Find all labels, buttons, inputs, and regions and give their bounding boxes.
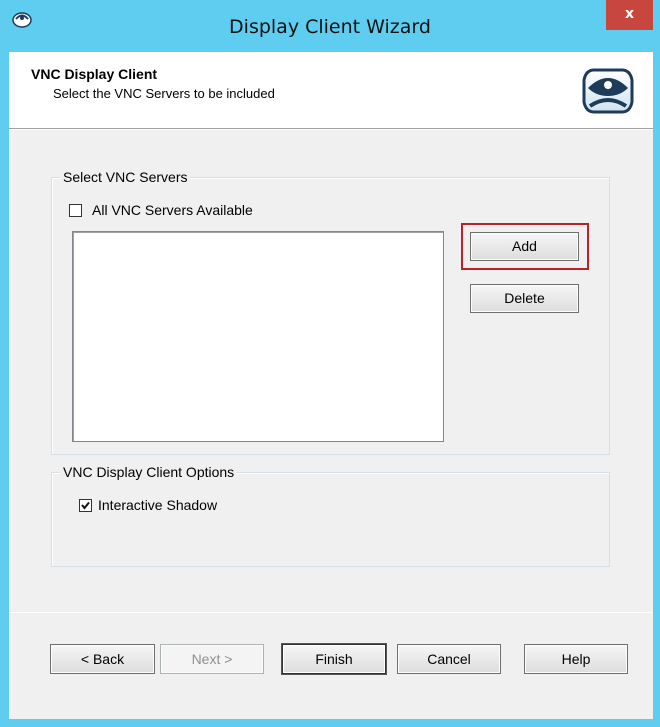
group-label: Select VNC Servers (60, 169, 191, 185)
title-bar[interactable]: Display Client Wizard x (0, 0, 660, 52)
select-vnc-servers-group: Select VNC Servers All VNC Servers Avail… (51, 169, 610, 455)
vnc-display-client-options-group: VNC Display Client Options Interactive S… (51, 464, 610, 567)
footer-separator (9, 612, 653, 613)
group-label: VNC Display Client Options (60, 464, 238, 480)
wizard-body: VNC Display Client Select the VNC Server… (9, 52, 653, 719)
wizard-header: VNC Display Client Select the VNC Server… (9, 52, 653, 129)
delete-button[interactable]: Delete (470, 284, 579, 313)
window-title: Display Client Wizard (229, 16, 431, 38)
vnc-servers-listbox[interactable] (72, 231, 444, 442)
next-button[interactable]: Next > (160, 644, 264, 674)
finish-button[interactable]: Finish (282, 644, 386, 674)
page-title: VNC Display Client (31, 66, 158, 82)
back-button[interactable]: < Back (50, 644, 155, 674)
header-separator (9, 129, 653, 130)
thinmanager-logo-icon (582, 68, 634, 114)
all-vnc-servers-label: All VNC Servers Available (92, 202, 253, 218)
wizard-window: Display Client Wizard x VNC Display Clie… (0, 0, 660, 727)
close-button[interactable]: x (606, 0, 653, 30)
cancel-button[interactable]: Cancel (397, 644, 501, 674)
all-vnc-servers-checkbox[interactable] (69, 204, 82, 217)
interactive-shadow-checkbox[interactable] (79, 499, 92, 512)
interactive-shadow-label: Interactive Shadow (98, 497, 218, 513)
checkmark-icon (81, 501, 90, 510)
help-button[interactable]: Help (524, 644, 628, 674)
page-subtitle: Select the VNC Servers to be included (53, 86, 275, 101)
add-button[interactable]: Add (470, 232, 579, 261)
